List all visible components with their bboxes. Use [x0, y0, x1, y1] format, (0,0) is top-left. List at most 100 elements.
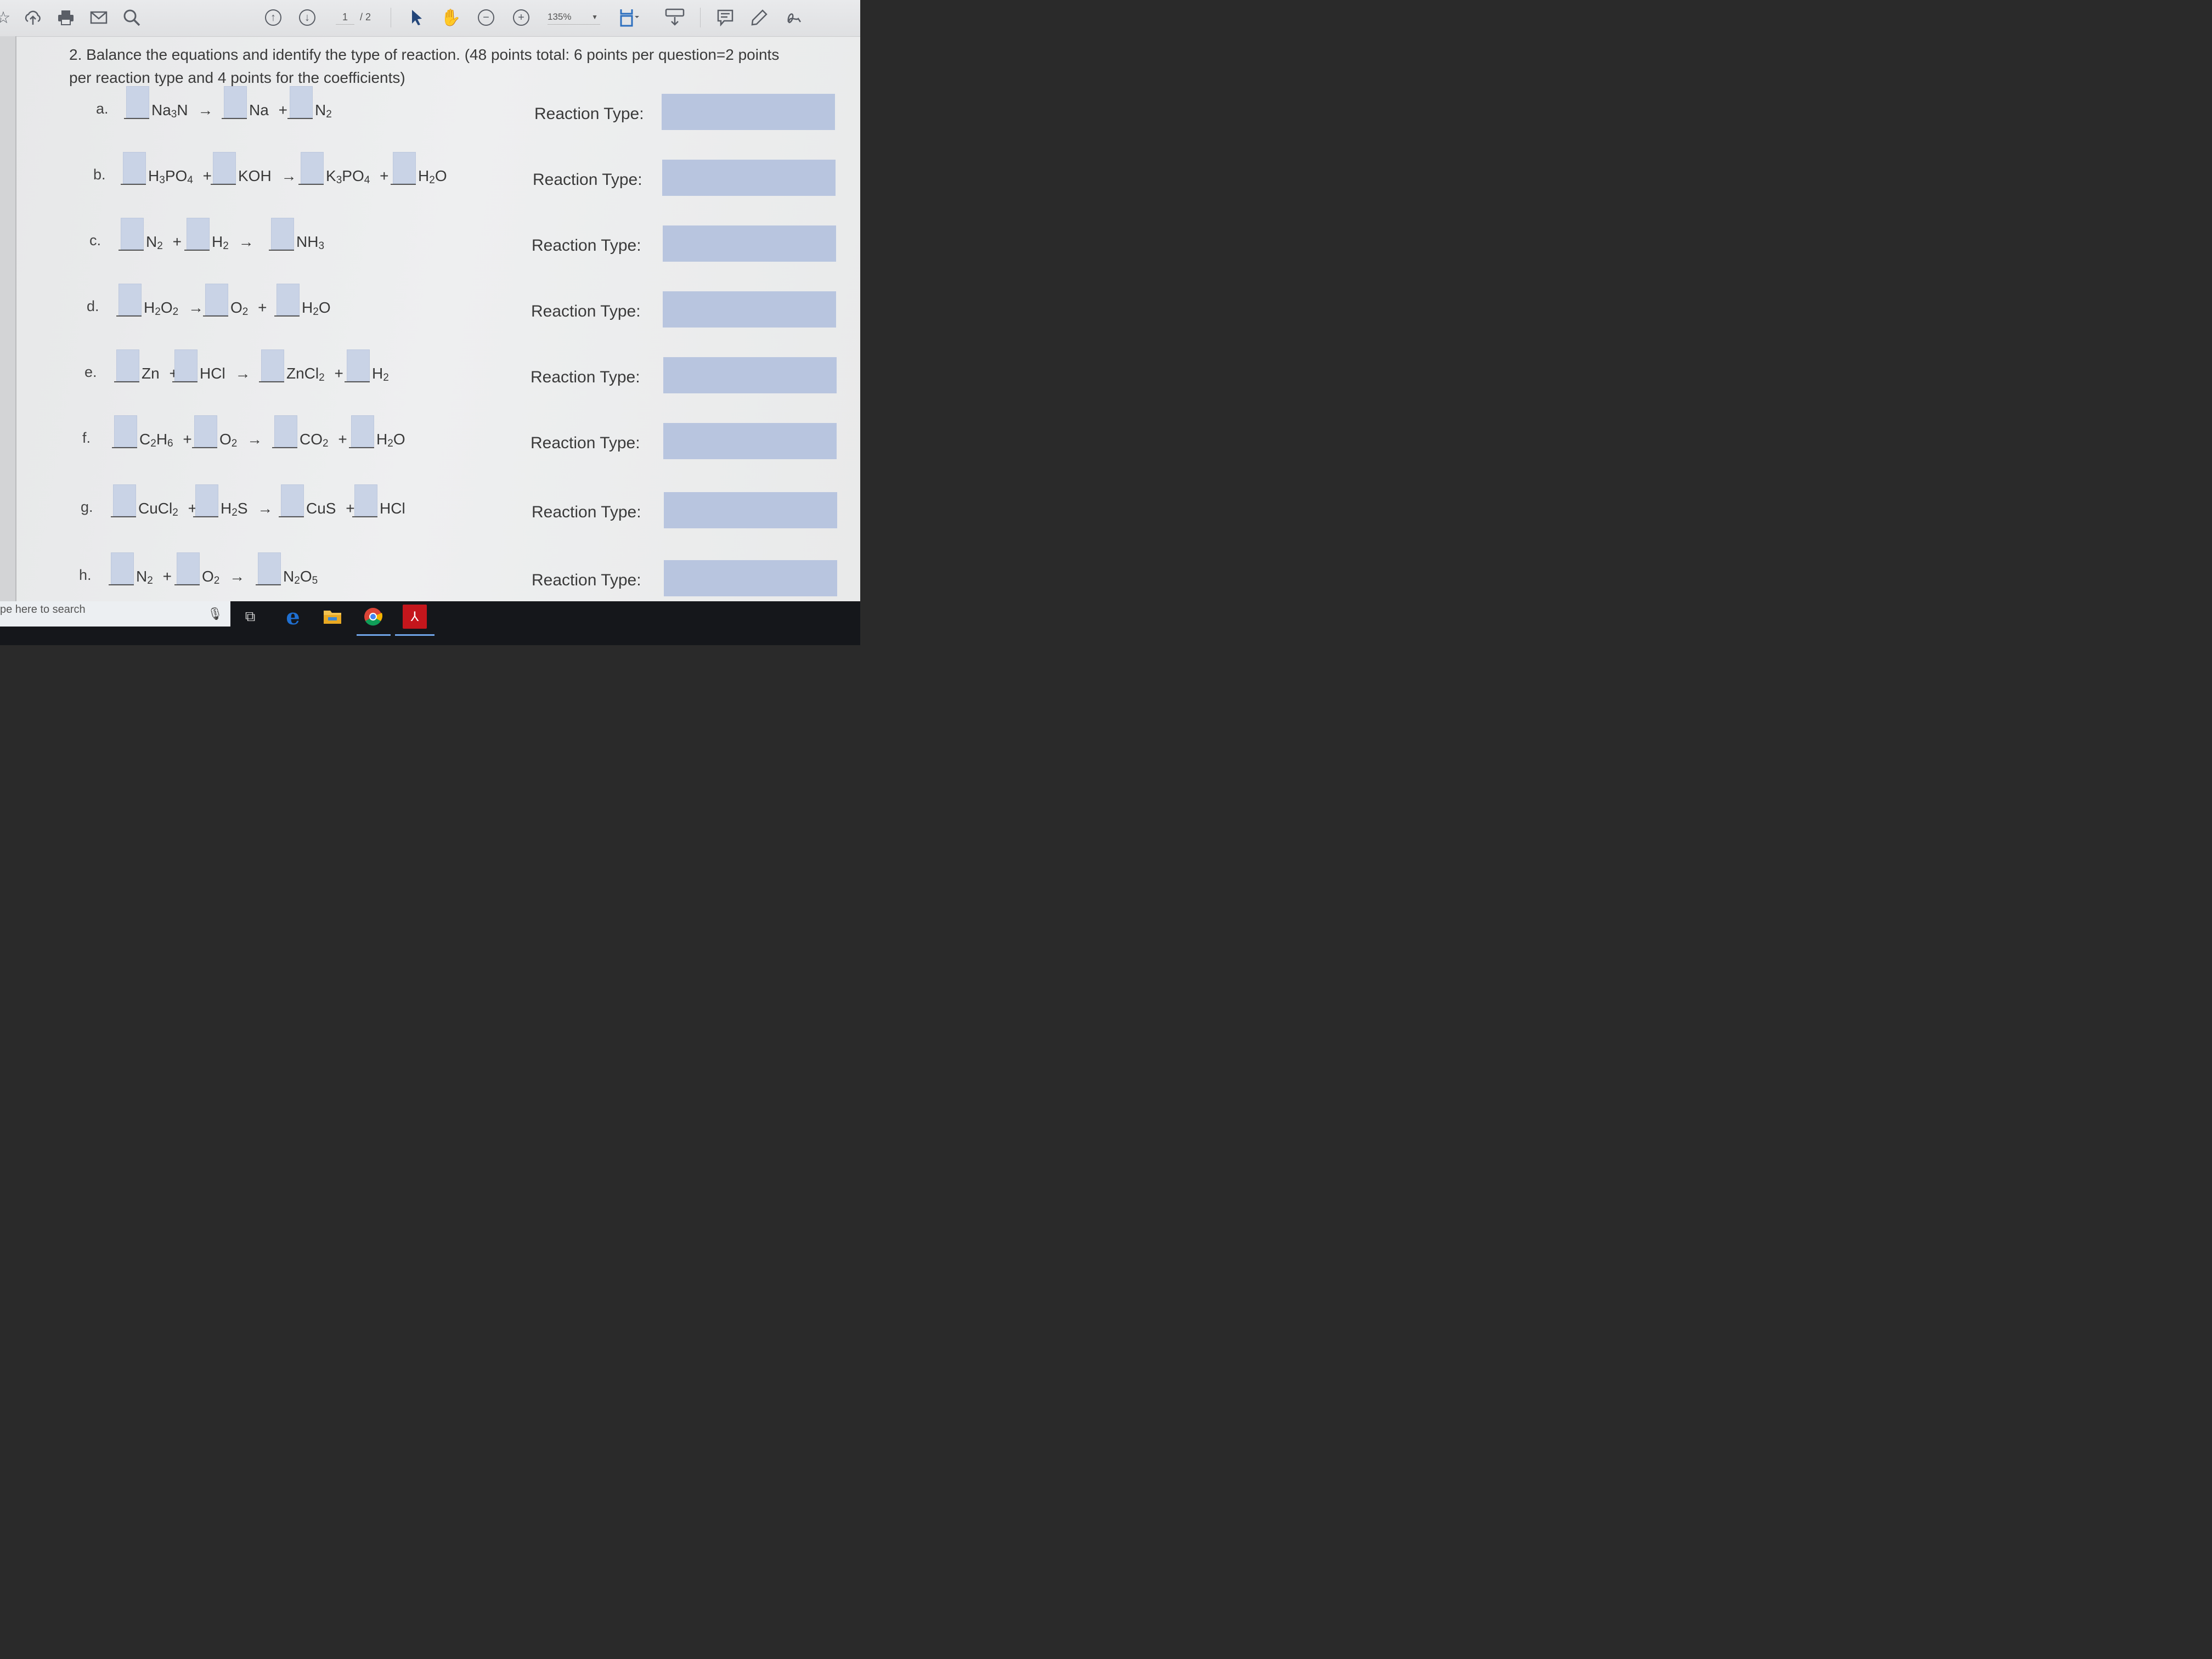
reaction-type-label: Reaction Type:	[534, 105, 644, 123]
coefficient-blank-line	[269, 250, 294, 251]
acrobat-active-indicator	[395, 634, 435, 636]
coefficient-input[interactable]	[258, 552, 281, 584]
coefficient-input[interactable]	[194, 415, 217, 447]
reaction-type-input[interactable]	[663, 423, 837, 459]
chemical-formula: O2 →	[202, 568, 245, 586]
file-explorer-icon[interactable]	[320, 605, 345, 629]
question-letter: a.	[96, 100, 109, 117]
next-page-icon[interactable]: ↓	[296, 7, 318, 29]
select-cursor-icon[interactable]	[406, 7, 428, 29]
coefficient-input[interactable]	[213, 152, 236, 184]
reaction-type-input[interactable]	[662, 94, 835, 130]
zoom-out-icon[interactable]: −	[475, 7, 497, 29]
coefficient-input[interactable]	[347, 349, 370, 381]
coefficient-blank-line	[193, 516, 218, 517]
chemical-formula: C2H6 +	[139, 431, 192, 449]
search-icon[interactable]	[121, 7, 143, 29]
edge-browser-icon[interactable]: e	[281, 604, 305, 630]
coefficient-input[interactable]	[123, 152, 146, 184]
reaction-arrow: →	[235, 365, 251, 382]
equation-row: a. Na3N → Na + N2 Reaction Type:	[16, 86, 860, 136]
coefficient-input[interactable]	[281, 484, 304, 516]
coefficient-input[interactable]	[276, 284, 300, 315]
coefficient-input[interactable]	[301, 152, 324, 184]
upload-cloud-icon[interactable]	[22, 7, 44, 29]
chrome-active-indicator	[357, 634, 391, 636]
coefficient-blank-line	[109, 584, 134, 585]
coefficient-input[interactable]	[393, 152, 416, 184]
coefficient-input[interactable]	[224, 86, 247, 118]
chemical-formula: CO2 +	[300, 431, 347, 449]
comment-icon[interactable]	[714, 7, 736, 29]
coefficient-input[interactable]	[351, 415, 374, 447]
coefficient-input[interactable]	[177, 552, 200, 584]
reaction-type-input[interactable]	[663, 291, 836, 328]
coefficient-blank-line	[114, 381, 139, 382]
keyboard-scroll-icon[interactable]	[664, 7, 686, 29]
zoom-select[interactable]: 135% ▼	[548, 10, 600, 25]
reaction-type-label: Reaction Type:	[531, 434, 640, 452]
acrobat-reader-icon[interactable]: ⅄	[403, 605, 427, 629]
highlight-pen-icon[interactable]	[748, 7, 770, 29]
star-icon[interactable]: ☆	[0, 7, 14, 29]
hand-tool-icon[interactable]: ✋	[440, 7, 462, 29]
chemical-formula: H2 →	[212, 233, 254, 252]
coefficient-input[interactable]	[174, 349, 198, 381]
coefficient-blank-line	[211, 184, 236, 185]
chemical-formula: K3PO4 +	[326, 167, 389, 186]
question-letter: b.	[93, 166, 106, 183]
coefficient-input[interactable]	[271, 218, 294, 250]
reaction-type-input[interactable]	[662, 160, 836, 196]
coefficient-input[interactable]	[116, 349, 139, 381]
coefficient-input[interactable]	[119, 284, 142, 315]
zoom-in-icon[interactable]: +	[510, 7, 532, 29]
coefficient-input[interactable]	[113, 484, 136, 516]
sign-icon[interactable]	[783, 7, 805, 29]
coefficient-blank-line	[222, 118, 247, 119]
fit-page-icon[interactable]	[618, 7, 640, 29]
page-total: / 2	[360, 12, 371, 22]
coefficient-input[interactable]	[121, 218, 144, 250]
email-icon[interactable]	[88, 7, 110, 29]
chemical-formula: N2O5	[283, 568, 318, 586]
coefficient-blank-line	[298, 184, 324, 185]
coefficient-input[interactable]	[126, 86, 149, 118]
page-number-input[interactable]: 1	[336, 10, 354, 25]
taskbar-search-box[interactable]: pe here to search 🎙	[0, 601, 230, 627]
coefficient-blank-line	[116, 315, 142, 317]
coefficient-blank-line	[391, 184, 416, 185]
question-heading: 2. Balance the equations and identify th…	[69, 46, 780, 86]
chrome-browser-icon[interactable]	[361, 605, 385, 629]
coefficient-blank-line	[256, 584, 281, 585]
chemical-formula: O2 →	[219, 431, 263, 449]
chemical-formula: HCl →	[200, 365, 251, 382]
coefficient-input[interactable]	[114, 415, 137, 447]
chemical-formula: O2 +	[230, 299, 267, 318]
coefficient-input[interactable]	[274, 415, 297, 447]
coefficient-input[interactable]	[261, 349, 284, 381]
coefficient-input[interactable]	[187, 218, 210, 250]
chemical-formula: H2	[372, 365, 389, 383]
coefficient-input[interactable]	[195, 484, 218, 516]
reaction-type-input[interactable]	[663, 225, 836, 262]
reaction-type-input[interactable]	[664, 560, 837, 596]
coefficient-input[interactable]	[111, 552, 134, 584]
coefficient-input[interactable]	[205, 284, 228, 315]
coefficient-input[interactable]	[354, 484, 377, 516]
chemical-formula: H3PO4 +	[148, 167, 212, 186]
reaction-type-input[interactable]	[664, 492, 837, 528]
chemical-formula: N2	[315, 101, 332, 120]
task-view-icon[interactable]: ⧉	[238, 605, 262, 629]
equation-row: d. H2O2 → O2 + H2O Reaction Type:	[16, 284, 860, 333]
plus-sign: +	[202, 167, 212, 184]
print-icon[interactable]	[55, 7, 77, 29]
coefficient-blank-line	[259, 381, 284, 382]
reaction-type-label: Reaction Type:	[532, 503, 641, 521]
microphone-icon[interactable]: 🎙	[207, 606, 223, 622]
coefficient-input[interactable]	[290, 86, 313, 118]
coefficient-blank-line	[111, 516, 136, 517]
reaction-type-label: Reaction Type:	[533, 171, 642, 189]
reaction-type-input[interactable]	[663, 357, 837, 393]
previous-page-icon[interactable]: ↑	[262, 7, 284, 29]
chemical-formula: CuCl2 +	[138, 500, 197, 518]
